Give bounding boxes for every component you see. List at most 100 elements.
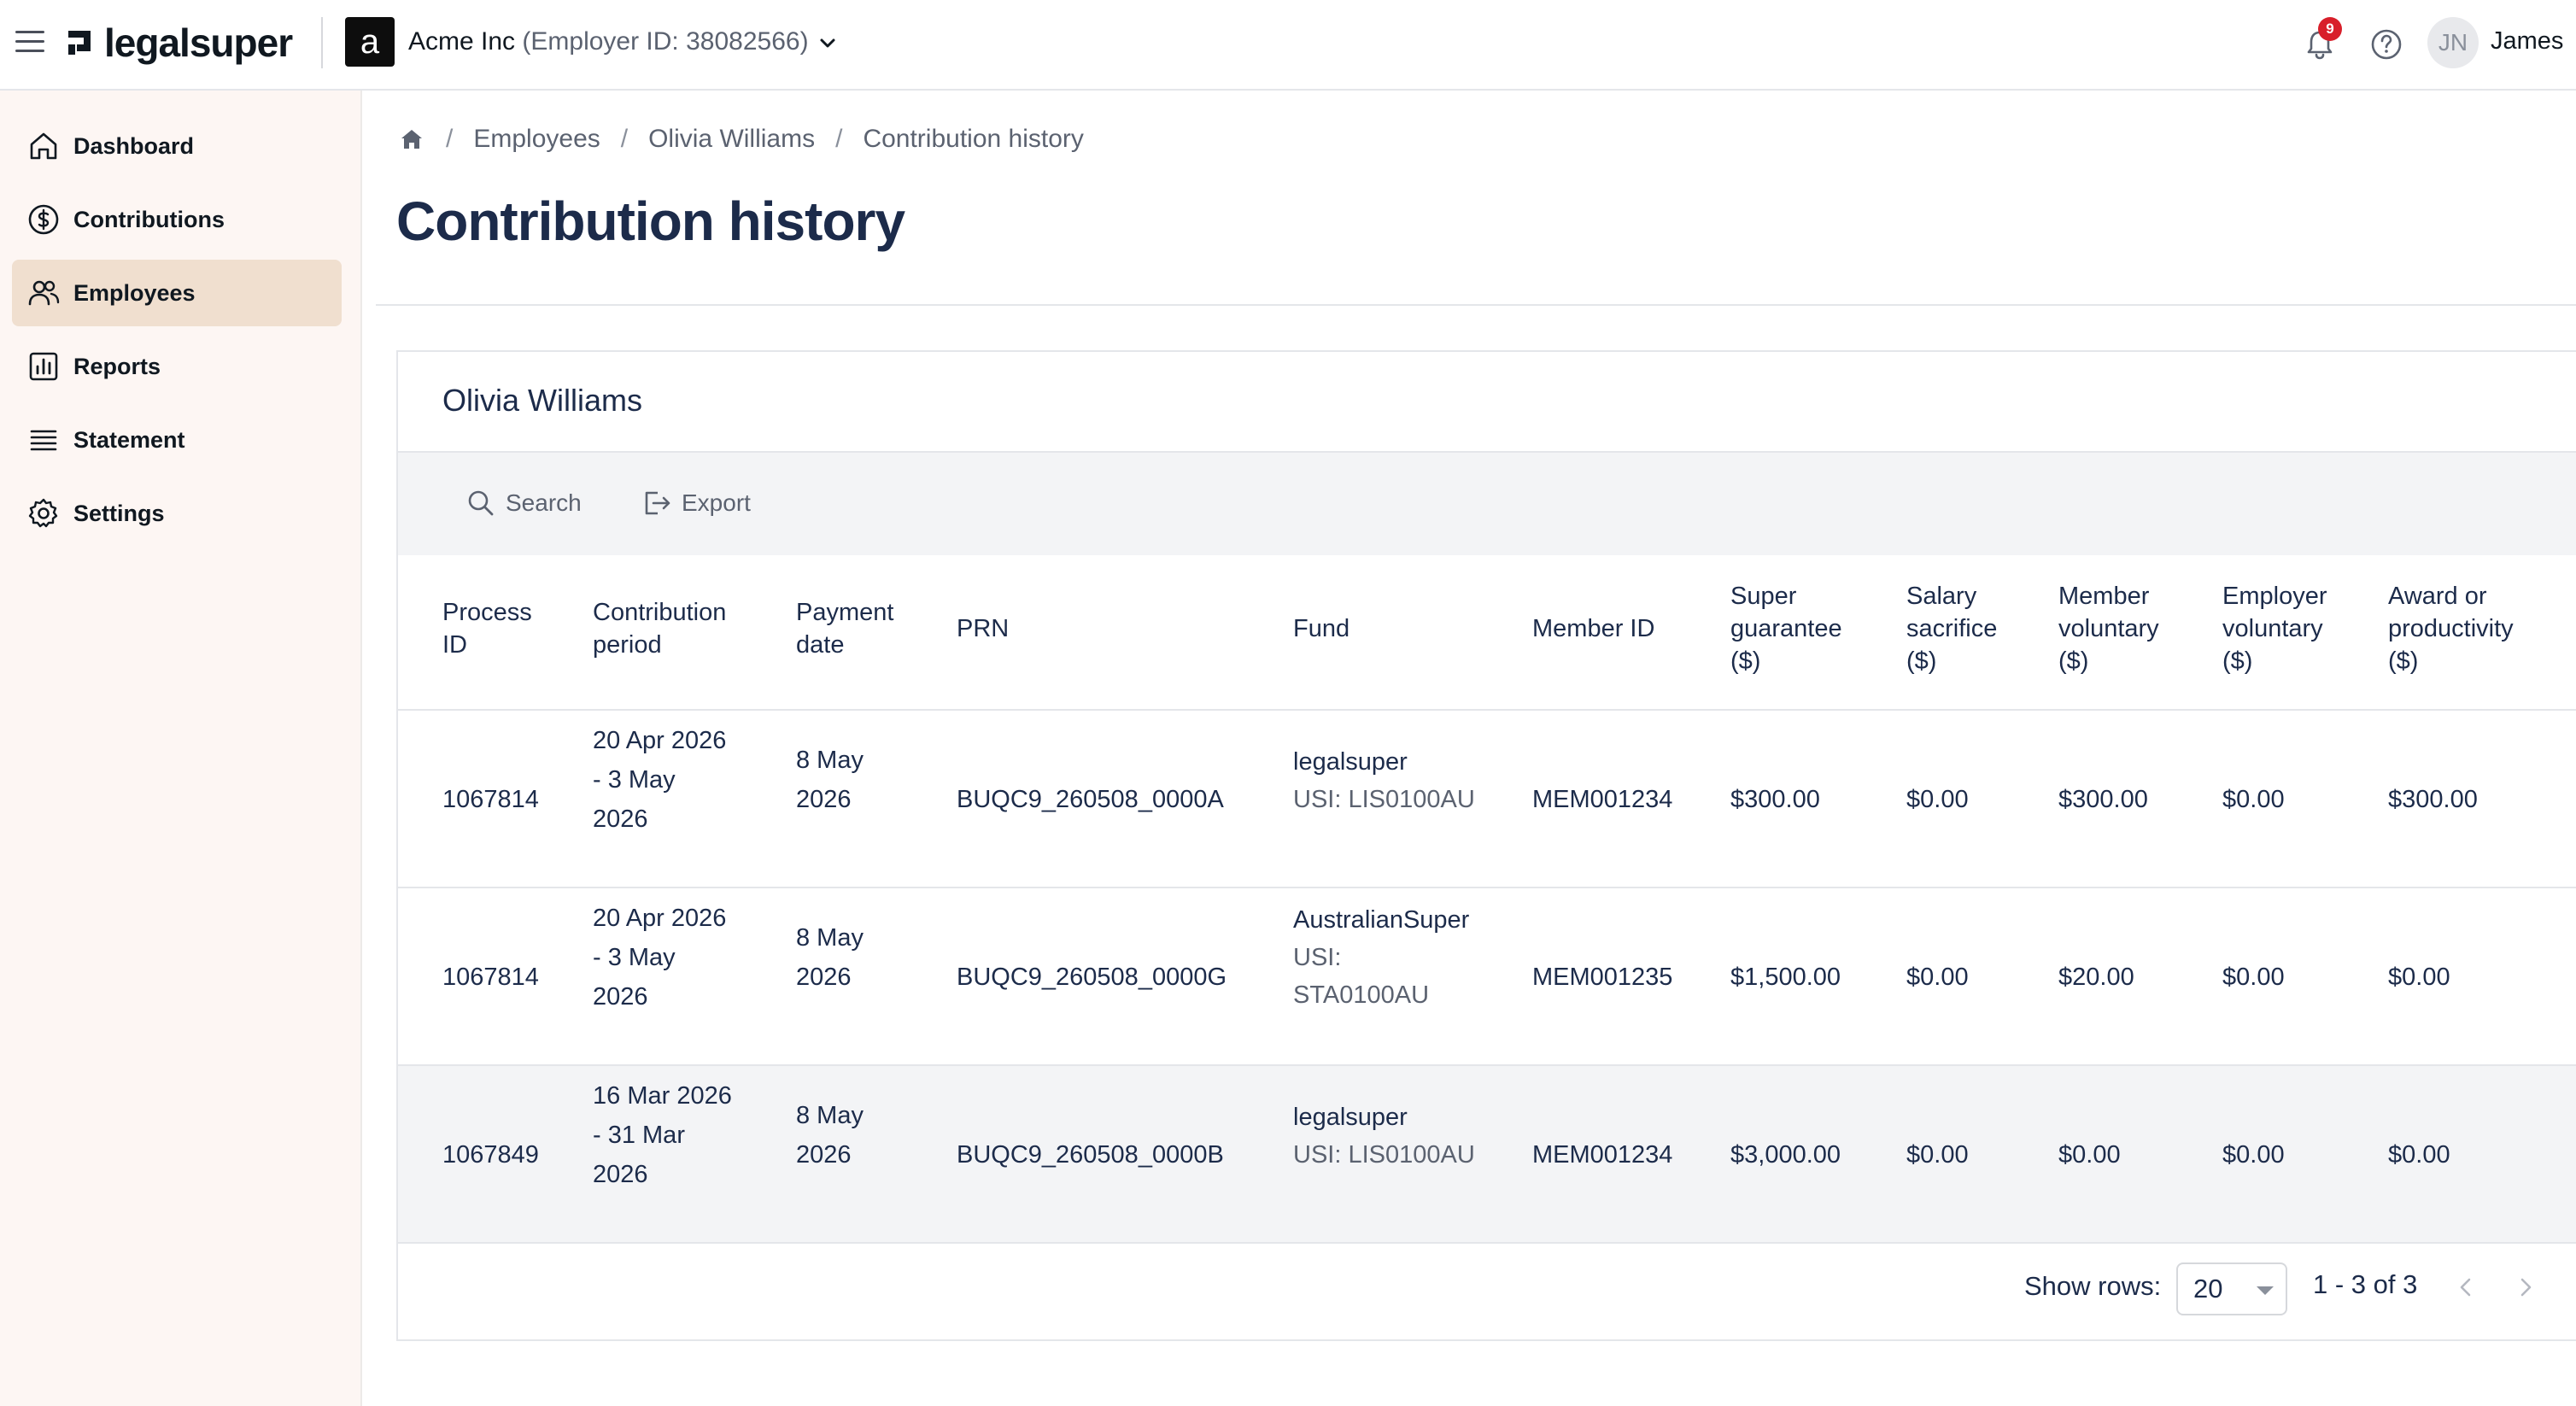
search-label: Search: [506, 489, 582, 516]
show-rows-label: Show rows:: [2024, 1271, 2162, 1301]
column-header-contribution-period[interactable]: Contribution period: [593, 596, 726, 661]
home-icon[interactable]: [398, 126, 425, 153]
divider: [321, 17, 323, 68]
cell-award: $300.00: [2388, 786, 2478, 813]
sidebar-item-label: Contributions: [73, 206, 225, 232]
header-line: ($): [2222, 647, 2253, 675]
top-bar: legalsuper a Acme Inc (Employer ID: 3808…: [0, 0, 2576, 91]
cell-period: 20 Apr 2026 - 3 May 2026: [593, 721, 726, 839]
export-icon: [645, 491, 670, 515]
column-header-fund[interactable]: Fund: [1293, 612, 1349, 645]
cell-salary-sacrifice: $0.00: [1906, 786, 1969, 813]
header-line: voluntary: [2058, 615, 2159, 642]
header-line: period: [593, 631, 662, 659]
column-header-process-id[interactable]: Process ID: [442, 596, 532, 661]
export-label: Export: [682, 489, 751, 516]
divider: [398, 1242, 2576, 1244]
header-line: ($): [2058, 647, 2089, 675]
cell-super-guarantee: $300.00: [1730, 786, 1820, 813]
header-line: ($): [2388, 647, 2419, 675]
user-name[interactable]: James: [2491, 27, 2563, 56]
search-icon: [468, 490, 494, 516]
fund-name: AustralianSuper: [1293, 906, 1470, 934]
fund-name: legalsuper: [1293, 1104, 1408, 1131]
sidebar-item-statement[interactable]: Statement: [12, 407, 342, 473]
chevron-left-icon[interactable]: [2453, 1274, 2479, 1300]
column-header-super-guarantee[interactable]: Super guarantee ($): [1730, 580, 1842, 677]
header-line: Award or: [2388, 583, 2487, 610]
contribution-card: Olivia Williams Search Export Process ID…: [396, 350, 2576, 1341]
table-row[interactable]: 1067814 20 Apr 2026 - 3 May 2026 8 May 2…: [398, 887, 2576, 1064]
cell-line: 2026: [593, 983, 648, 1011]
bar-chart-icon: [29, 352, 58, 381]
dollar-circle-icon: [28, 204, 59, 235]
cell-line: - 3 May: [593, 944, 676, 971]
cell-line: 20 Apr 2026: [593, 727, 727, 754]
sidebar-item-contributions[interactable]: Contributions: [12, 186, 342, 253]
cell-line: 2026: [796, 1141, 852, 1169]
user-avatar[interactable]: JN: [2427, 17, 2479, 68]
header-line: date: [796, 631, 845, 659]
fund-usi: USI: LIS0100AU: [1293, 786, 1475, 813]
home-icon: [30, 132, 57, 160]
sidebar-item-employees[interactable]: Employees: [12, 260, 342, 326]
chevron-down-icon[interactable]: [815, 31, 840, 56]
header-line: Employer: [2222, 583, 2327, 610]
cell-award: $0.00: [2388, 1141, 2450, 1169]
sidebar-item-label: Reports: [73, 353, 161, 379]
header-line: ($): [1906, 647, 1937, 675]
cell-super-guarantee: $3,000.00: [1730, 1141, 1841, 1169]
notification-badge: 9: [2318, 17, 2342, 41]
column-header-employer-voluntary[interactable]: Employer voluntary ($): [2222, 580, 2327, 677]
cell-process-id: 1067814: [442, 964, 539, 991]
cell-line: 2026: [796, 786, 852, 813]
cell-employer-voluntary: $0.00: [2222, 786, 2285, 813]
header-line: productivity: [2388, 615, 2514, 642]
employee-name: Olivia Williams: [442, 383, 642, 418]
search-button[interactable]: Search: [465, 487, 582, 519]
header-line: Process: [442, 599, 532, 626]
breadcrumb-employees[interactable]: Employees: [473, 125, 600, 154]
list-icon: [30, 430, 57, 451]
cell-process-id: 1067814: [442, 786, 539, 813]
brand-logo[interactable]: legalsuper: [65, 17, 293, 68]
menu-icon[interactable]: [15, 31, 44, 56]
cell-line: 8 May: [796, 1102, 864, 1129]
logo-mark-icon: [68, 31, 91, 55]
column-header-payment-date[interactable]: Payment date: [796, 596, 893, 661]
header-line: Fund: [1293, 615, 1350, 642]
breadcrumb-employee[interactable]: Olivia Williams: [648, 125, 815, 154]
export-button[interactable]: Export: [641, 487, 751, 519]
rows-per-page-select[interactable]: 20: [2176, 1262, 2287, 1315]
cell-line: 2026: [593, 806, 648, 833]
column-header-prn[interactable]: PRN: [957, 612, 1009, 645]
sidebar-item-label: Statement: [73, 426, 185, 453]
org-switcher[interactable]: Acme Inc (Employer ID: 38082566): [408, 27, 809, 56]
cell-member-voluntary: $0.00: [2058, 1141, 2121, 1169]
fund-usi: USI:: [1293, 944, 1342, 971]
cell-payment-date: 8 May 2026: [796, 1096, 864, 1175]
sidebar-item-reports[interactable]: Reports: [12, 333, 342, 400]
sidebar-item-dashboard[interactable]: Dashboard: [12, 113, 342, 179]
column-header-award-productivity[interactable]: Award or productivity ($): [2388, 580, 2514, 677]
table-toolbar: Search Export: [398, 451, 2576, 555]
breadcrumb-separator: /: [446, 125, 454, 153]
sidebar-item-label: Dashboard: [73, 132, 195, 159]
help-icon[interactable]: [2368, 26, 2405, 63]
column-header-salary-sacrifice[interactable]: Salary sacrifice ($): [1906, 580, 1997, 677]
header-line: ($): [1730, 647, 1761, 675]
cell-member-voluntary: $20.00: [2058, 964, 2134, 991]
header-line: voluntary: [2222, 615, 2323, 642]
table-row[interactable]: 1067814 20 Apr 2026 - 3 May 2026 8 May 2…: [398, 709, 2576, 887]
fund-usi: STA0100AU: [1293, 981, 1430, 1009]
cell-prn: BUQC9_260508_0000B: [957, 1141, 1224, 1169]
sidebar-item-label: Settings: [73, 500, 165, 526]
org-employer-id: (Employer ID: 38082566): [522, 27, 809, 56]
table-row[interactable]: 1067849 16 Mar 2026 - 31 Mar 2026 8 May …: [398, 1064, 2576, 1242]
column-header-member-voluntary[interactable]: Member voluntary ($): [2058, 580, 2159, 677]
column-header-member-id[interactable]: Member ID: [1532, 612, 1654, 645]
sidebar-item-settings[interactable]: Settings: [12, 480, 342, 547]
chevron-right-icon[interactable]: [2513, 1274, 2538, 1300]
users-icon: [28, 280, 60, 306]
org-avatar[interactable]: a: [345, 17, 395, 67]
